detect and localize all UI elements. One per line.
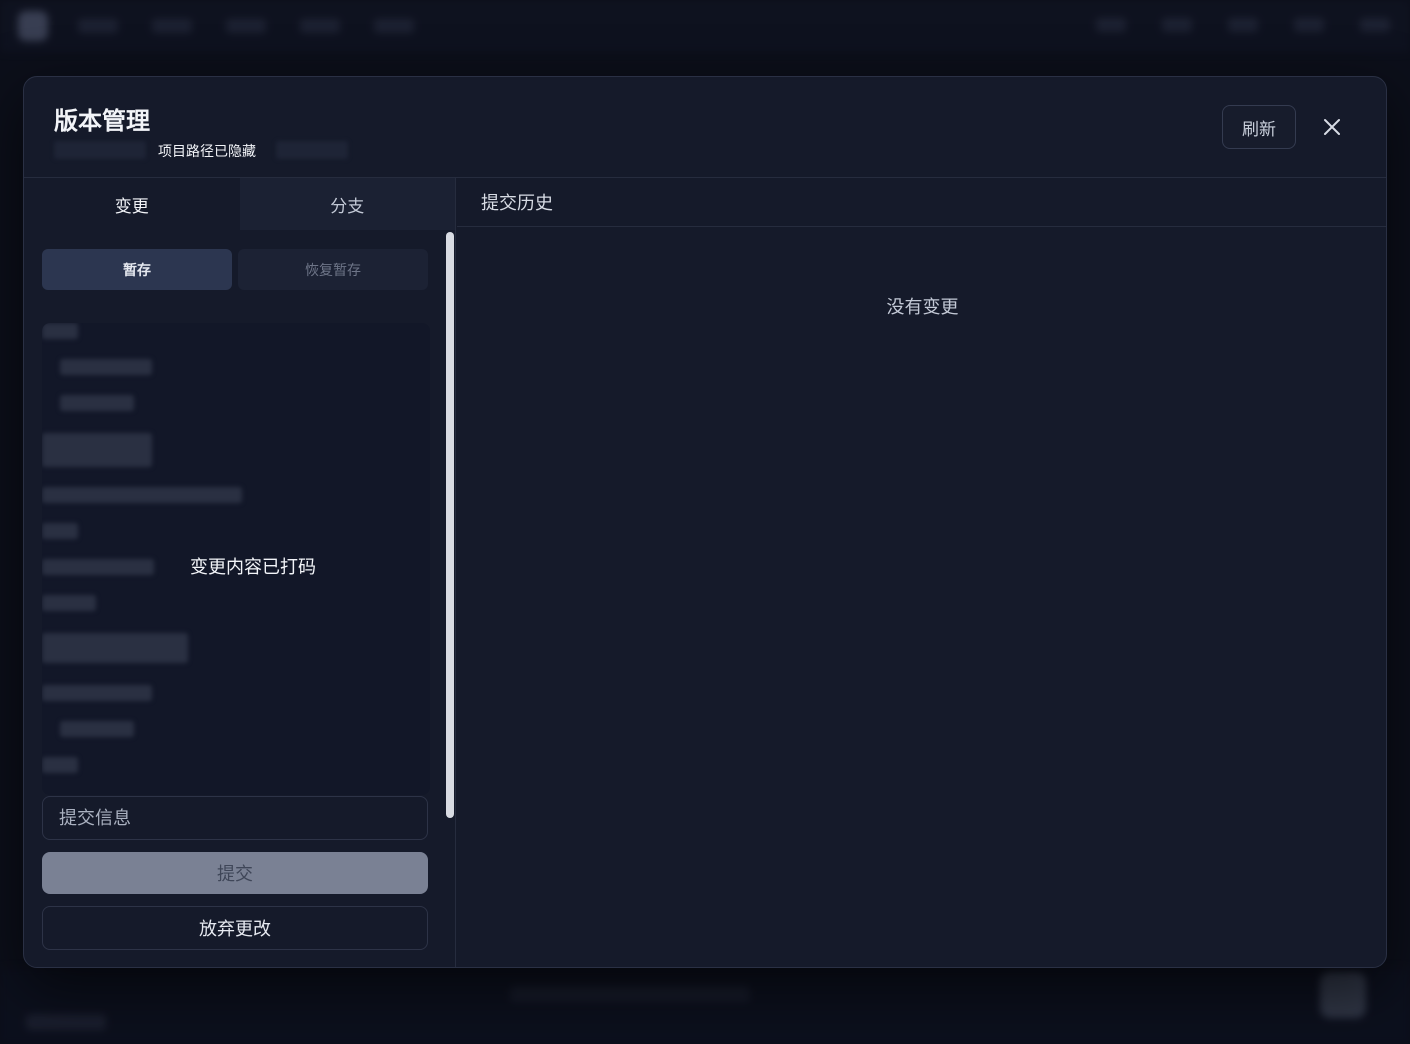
redacted-row <box>60 395 134 411</box>
redacted-row <box>42 633 188 663</box>
commit-history-title: 提交历史 <box>457 178 1386 227</box>
redacted-row <box>60 721 134 737</box>
restore-stash-button[interactable]: 恢复暂存 <box>238 249 428 290</box>
project-path: 项目路径已隐藏 <box>54 139 366 161</box>
background-control <box>1360 18 1390 32</box>
tab-changes[interactable]: 变更 <box>24 178 240 230</box>
redacted-row <box>42 757 78 773</box>
background-control <box>1294 18 1324 32</box>
background-nav-item <box>300 19 340 33</box>
background-bottombar <box>0 968 1410 1044</box>
commit-history-panel: 提交历史 没有变更 <box>457 178 1386 967</box>
changes-scrollbar[interactable] <box>446 232 454 818</box>
background-topbar <box>0 0 1410 52</box>
close-icon <box>1324 119 1340 135</box>
background-nav-item <box>226 19 266 33</box>
redacted-row <box>42 433 152 467</box>
redacted-row <box>42 323 78 339</box>
background-window-controls <box>1060 18 1390 32</box>
background-nav-item <box>78 19 118 33</box>
empty-state-text: 没有变更 <box>886 297 959 318</box>
project-path-text: 项目路径已隐藏 <box>158 144 256 160</box>
path-redaction <box>54 141 146 159</box>
background-settings <box>26 1014 106 1030</box>
redacted-row <box>42 595 96 611</box>
tab-branches[interactable]: 分支 <box>239 178 455 230</box>
background-action-button <box>1320 972 1366 1018</box>
close-button[interactable] <box>1316 111 1348 143</box>
changes-redacted-label: 变更内容已打码 <box>190 557 316 578</box>
background-control <box>1096 18 1126 32</box>
redacted-row <box>42 685 152 701</box>
redacted-row <box>42 487 242 503</box>
redacted-row <box>42 559 154 575</box>
changes-panel: 变更 分支 暂存 恢复暂存 变更内容已打码 提交 放弃更改 <box>24 178 456 967</box>
background-control <box>1228 18 1258 32</box>
version-control-modal: 版本管理 项目路径已隐藏 刷新 变更 分支 暂存 恢复暂存 变更内容已打码 提交… <box>23 76 1387 968</box>
background-status <box>510 986 750 1002</box>
discard-changes-button[interactable]: 放弃更改 <box>42 906 428 950</box>
modal-title: 版本管理 <box>54 107 150 135</box>
changes-list: 变更内容已打码 <box>42 323 430 795</box>
redacted-row <box>60 359 152 375</box>
refresh-button[interactable]: 刷新 <box>1222 105 1296 149</box>
commit-message-input[interactable] <box>42 796 428 840</box>
background-nav-item <box>374 19 414 33</box>
redacted-row <box>42 523 78 539</box>
panel-tabs: 变更 分支 <box>24 178 455 230</box>
commit-button[interactable]: 提交 <box>42 852 428 894</box>
background-nav-item <box>152 19 192 33</box>
background-logo <box>18 11 48 41</box>
path-redaction <box>276 141 348 159</box>
stash-button[interactable]: 暂存 <box>42 249 232 290</box>
background-control <box>1162 18 1192 32</box>
modal-header: 版本管理 项目路径已隐藏 刷新 <box>24 77 1386 178</box>
